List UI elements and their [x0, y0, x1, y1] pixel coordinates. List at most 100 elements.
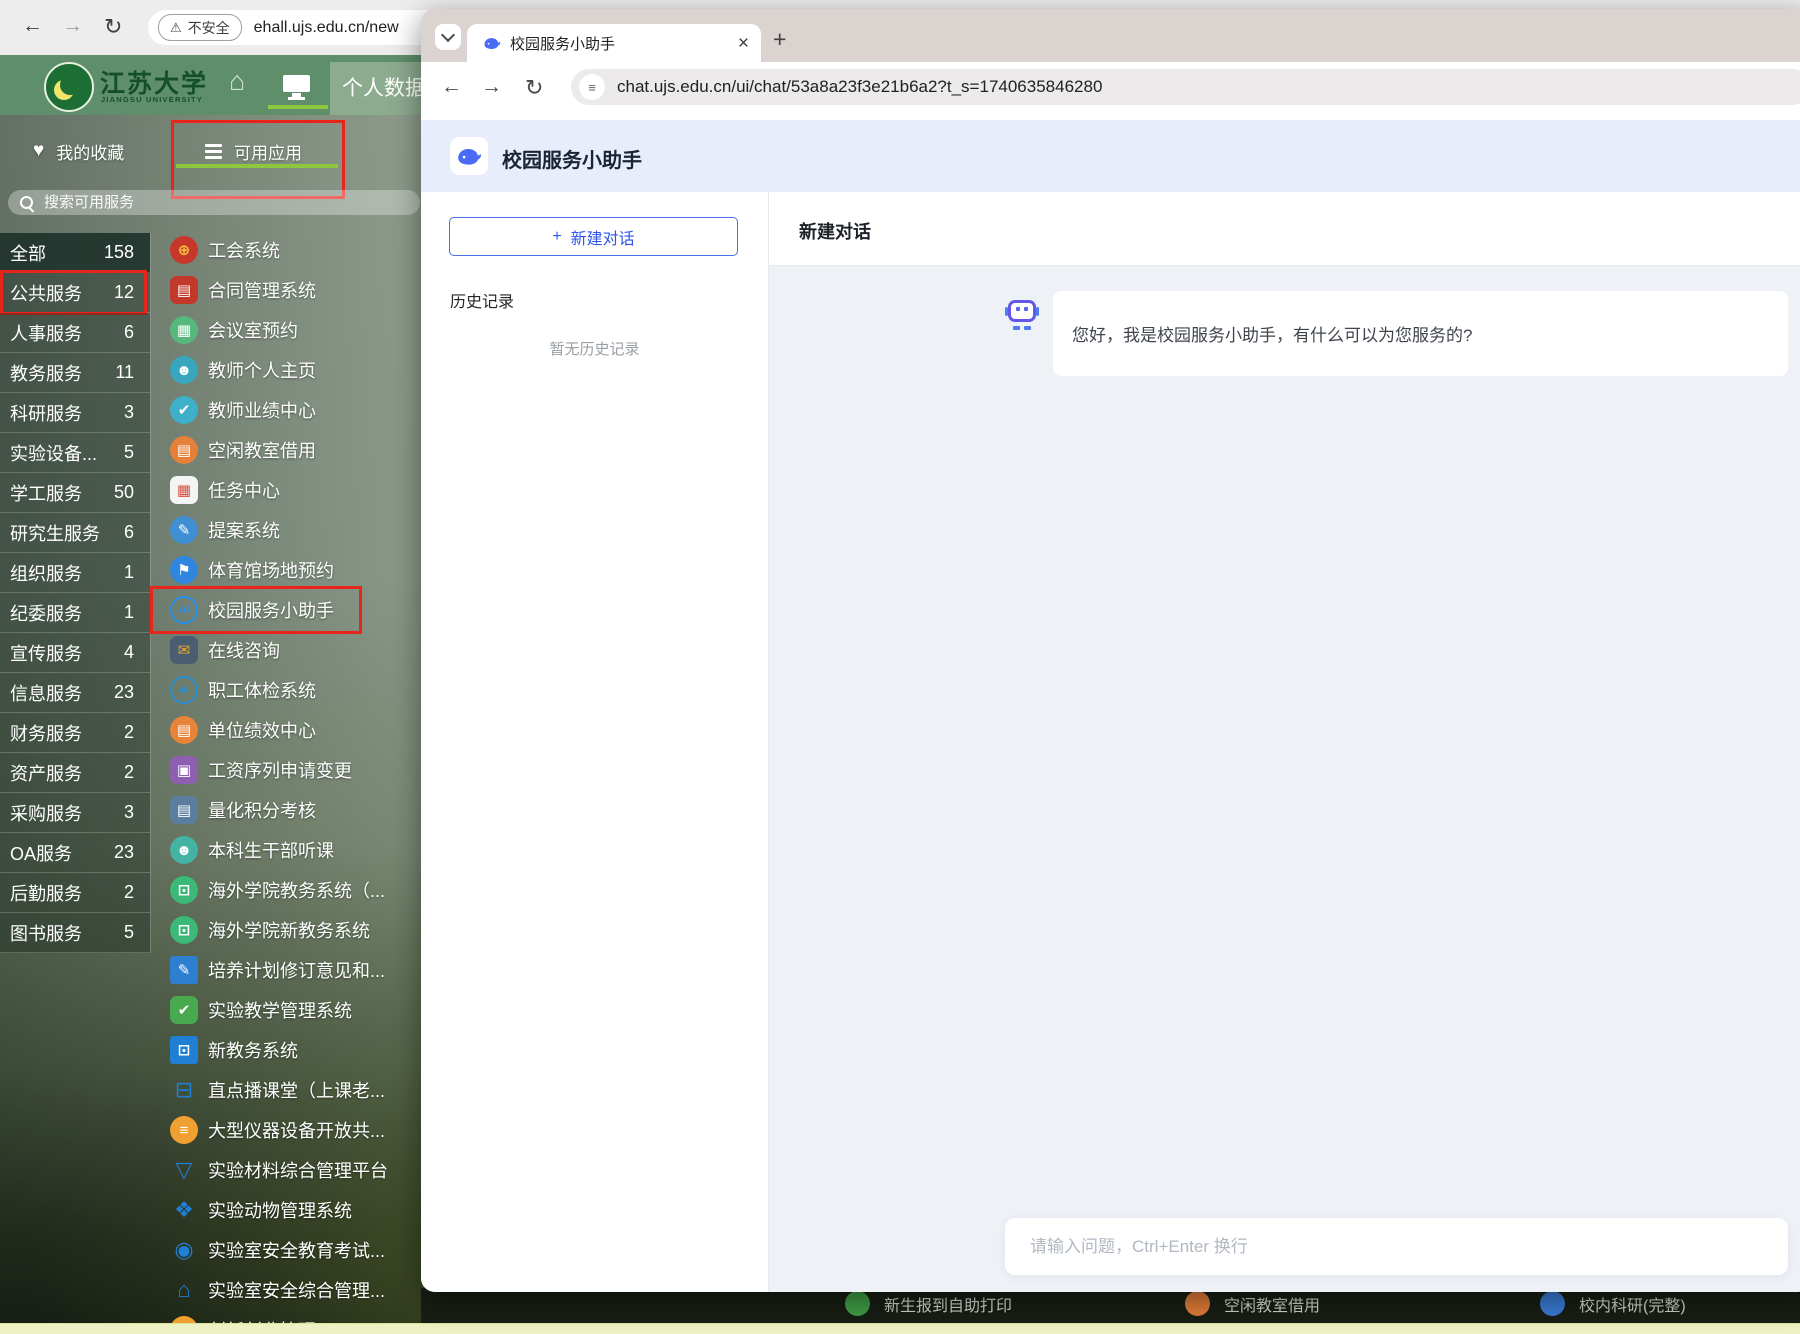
- tab-my-favorites[interactable]: ♥ 我的收藏: [33, 132, 124, 170]
- new-chat-button[interactable]: + 新建对话: [449, 217, 738, 256]
- app-label: 体育馆场地预约: [208, 557, 334, 583]
- app-list-item[interactable]: ▣ 工资序列申请变更: [150, 750, 425, 790]
- category-item[interactable]: 宣传服务 4: [0, 633, 150, 673]
- chat-input[interactable]: [1028, 1236, 1732, 1258]
- category-item[interactable]: 采购服务 3: [0, 793, 150, 833]
- category-item[interactable]: 科研服务 3: [0, 393, 150, 433]
- conversation-title: 新建对话: [799, 218, 871, 244]
- app-list-item[interactable]: ✎ 培养计划修订意见和...: [150, 950, 425, 990]
- app-list-item[interactable]: ▤ 单位绩效中心: [150, 710, 425, 750]
- category-item[interactable]: 后勤服务 2: [0, 873, 150, 913]
- app-label: 会议室预约: [208, 317, 298, 343]
- available-apps-label: 可用应用: [234, 139, 302, 164]
- bottom-service-item[interactable]: 新生报到自助打印: [845, 1291, 1012, 1316]
- popup-active-tab[interactable]: 校园服务小助手 ×: [467, 24, 761, 62]
- service-search[interactable]: [8, 190, 420, 215]
- category-count: 50: [114, 482, 134, 503]
- service-hall-icon[interactable]: [283, 75, 310, 92]
- category-item[interactable]: 教务服务 11: [0, 353, 150, 393]
- app-icon: ⊕: [170, 236, 198, 264]
- category-label: 图书服务: [10, 920, 82, 946]
- category-label: 纪委服务: [10, 600, 82, 626]
- category-item[interactable]: OA服务 23: [0, 833, 150, 873]
- popup-address-bar[interactable]: ≡ chat.ujs.edu.cn/ui/chat/53a8a23f3e21b6…: [571, 69, 1800, 105]
- category-count: 4: [124, 642, 134, 663]
- app-list-item[interactable]: ⊡ 海外学院教务系统（...: [150, 870, 425, 910]
- app-list-item[interactable]: ▤ 空闲教室借用: [150, 430, 425, 470]
- popup-forward-icon[interactable]: →: [481, 75, 502, 99]
- category-item[interactable]: 财务服务 2: [0, 713, 150, 753]
- tab-search-chevron-button[interactable]: [435, 24, 461, 50]
- app-list-item[interactable]: ❖ 实验动物管理系统: [150, 1190, 425, 1230]
- category-item[interactable]: 实验设备... 5: [0, 433, 150, 473]
- app-list-item[interactable]: ✉ 在线咨询: [150, 630, 425, 670]
- chat-input-box[interactable]: [1005, 1218, 1788, 1275]
- category-item[interactable]: 图书服务 5: [0, 913, 150, 953]
- category-item[interactable]: 人事服务 6: [0, 313, 150, 353]
- site-info-icon[interactable]: ≡: [579, 74, 605, 100]
- category-item[interactable]: 信息服务 23: [0, 673, 150, 713]
- category-item[interactable]: 资产服务 2: [0, 753, 150, 793]
- app-list-item[interactable]: ▤ 创新创业管理: [150, 1310, 425, 1323]
- category-label: 宣传服务: [10, 640, 82, 666]
- forward-icon[interactable]: →: [62, 14, 83, 38]
- category-label: 财务服务: [10, 720, 82, 746]
- security-chip[interactable]: ⚠ 不安全: [158, 14, 242, 41]
- app-label: 教师个人主页: [208, 357, 316, 383]
- app-list-item[interactable]: ✔ 实验教学管理系统: [150, 990, 425, 1030]
- app-list-item[interactable]: ☻ 本科生干部听课: [150, 830, 425, 870]
- app-list-item[interactable]: ▤ 量化积分考核: [150, 790, 425, 830]
- app-list-item[interactable]: ✚ 职工体检系统: [150, 670, 425, 710]
- category-item[interactable]: 纪委服务 1: [0, 593, 150, 633]
- bottom-service-item[interactable]: 校内科研(完整): [1540, 1291, 1686, 1316]
- app-list-item[interactable]: ✔ 教师业绩中心: [150, 390, 425, 430]
- app-list-item[interactable]: AI 校园服务小助手: [150, 590, 425, 630]
- chat-main-area: 新建对话 您好，我是校园服务小助手，有什么可以为您服务的?: [769, 192, 1800, 1292]
- tab-close-icon[interactable]: ×: [738, 34, 749, 53]
- app-list-item[interactable]: ⌂ 实验室安全综合管理...: [150, 1270, 425, 1310]
- app-list-item[interactable]: ⊟ 直点播课堂（上课老...: [150, 1070, 425, 1110]
- app-icon: ⊡: [170, 1036, 198, 1064]
- app-list-item[interactable]: ◉ 实验室安全教育考试...: [150, 1230, 425, 1270]
- new-chat-label: 新建对话: [571, 225, 635, 249]
- robot-ear: [1036, 307, 1039, 316]
- category-item[interactable]: 研究生服务 6: [0, 513, 150, 553]
- app-label: 实验材料综合管理平台: [208, 1157, 388, 1183]
- reload-icon[interactable]: ↻: [104, 14, 122, 40]
- category-item[interactable]: 公共服务 12: [0, 273, 150, 313]
- service-dot-icon: [1185, 1291, 1210, 1316]
- back-icon[interactable]: ←: [22, 14, 43, 38]
- app-list-item[interactable]: ⊕ 工会系统: [150, 230, 425, 270]
- app-list-item[interactable]: ≡ 大型仪器设备开放共...: [150, 1110, 425, 1150]
- app-list-item[interactable]: ✎ 提案系统: [150, 510, 425, 550]
- category-count: 2: [124, 722, 134, 743]
- app-icon: ⚑: [170, 556, 198, 584]
- search-input[interactable]: [42, 193, 376, 212]
- popup-reload-icon[interactable]: ↻: [525, 75, 543, 101]
- category-item[interactable]: 组织服务 1: [0, 553, 150, 593]
- background-bottom-strip: 新生报到自助打印 空闲教室借用 校内科研(完整): [421, 1288, 1800, 1323]
- app-icon: ☻: [170, 836, 198, 864]
- app-list-item[interactable]: ▤ 合同管理系统: [150, 270, 425, 310]
- category-sidebar: 全部 158 公共服务 12 人事服务 6 教务服务 11 科研服务 3 实验设…: [0, 233, 151, 953]
- app-list-item[interactable]: ▦ 任务中心: [150, 470, 425, 510]
- new-tab-icon[interactable]: +: [773, 28, 786, 51]
- home-icon[interactable]: ⌂: [229, 68, 245, 95]
- app-list-item[interactable]: ⊡ 新教务系统: [150, 1030, 425, 1070]
- popup-tab-title: 校园服务小助手: [510, 33, 738, 54]
- app-label: 量化积分考核: [208, 797, 316, 823]
- bottom-service-item[interactable]: 空闲教室借用: [1185, 1291, 1320, 1316]
- category-item[interactable]: 全部 158: [0, 233, 150, 273]
- popup-back-icon[interactable]: ←: [441, 75, 462, 99]
- app-list-item[interactable]: ▦ 会议室预约: [150, 310, 425, 350]
- app-list-item[interactable]: ⚑ 体育馆场地预约: [150, 550, 425, 590]
- conversation-header: 新建对话: [769, 192, 1800, 266]
- app-icon: ▤: [170, 1316, 198, 1323]
- category-label: 资产服务: [10, 760, 82, 786]
- app-list-item[interactable]: ☻ 教师个人主页: [150, 350, 425, 390]
- app-list-item[interactable]: ▽ 实验材料综合管理平台: [150, 1150, 425, 1190]
- app-label: 本科生干部听课: [208, 837, 334, 863]
- app-list-item[interactable]: ⊡ 海外学院新教务系统: [150, 910, 425, 950]
- category-count: 158: [104, 242, 134, 263]
- category-item[interactable]: 学工服务 50: [0, 473, 150, 513]
